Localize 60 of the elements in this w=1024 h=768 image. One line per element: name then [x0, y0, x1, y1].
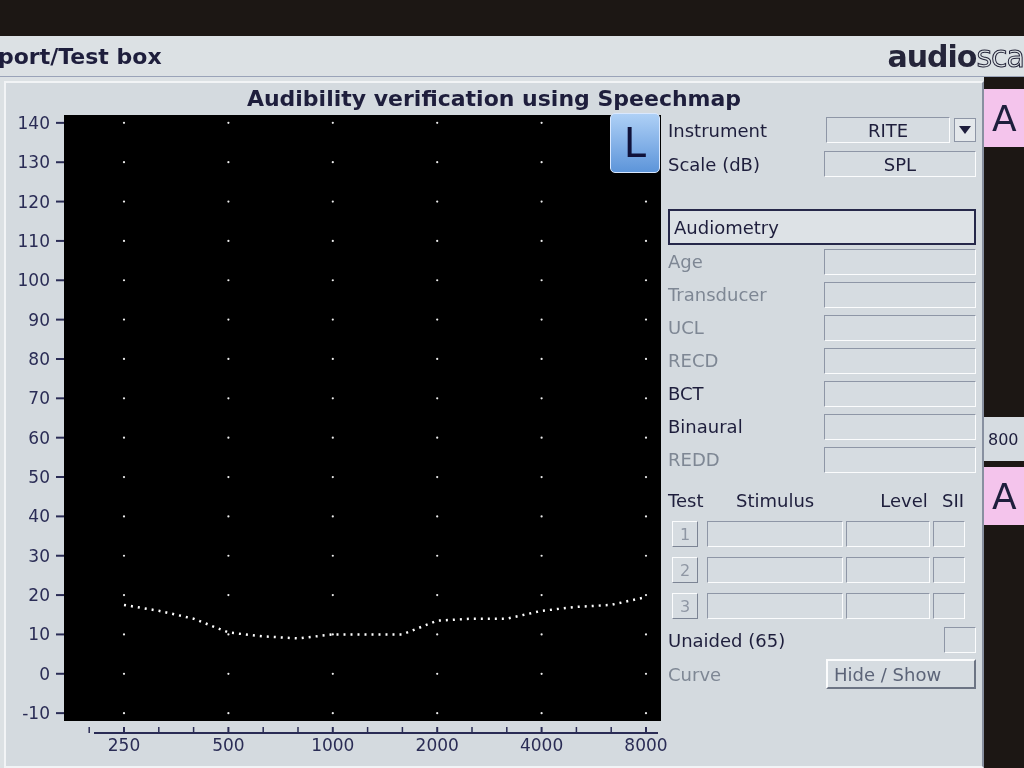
y-tick-label: 0 [39, 663, 50, 684]
field-label: BCT [668, 383, 704, 404]
input-field[interactable] [824, 281, 976, 308]
y-tick-label: 130 [17, 152, 50, 173]
x-tick-label: 2000 [415, 735, 459, 755]
input-field[interactable] [824, 314, 976, 341]
sii-field [933, 593, 965, 619]
column-header: Stimulus [736, 490, 816, 511]
audiometry-button[interactable]: Audiometry [668, 209, 976, 245]
input-field[interactable] [824, 446, 976, 473]
unaided-label: Unaided (65) [668, 629, 786, 651]
field-label: RECD [668, 350, 719, 371]
field-label: Binaural [668, 416, 743, 437]
x-tick-label: 500 [212, 735, 245, 755]
dropdown-button[interactable] [954, 118, 976, 142]
axis-label: 800 [984, 417, 1024, 461]
y-tick-label: 90 [28, 309, 50, 330]
column-header: Level [879, 490, 929, 511]
ear-badge[interactable]: L [610, 113, 660, 173]
x-tick-label: 4000 [519, 735, 564, 755]
setting-label: Scale (dB) [668, 153, 760, 175]
logo: audiosca [887, 38, 1024, 74]
y-tick-label: -10 [22, 703, 50, 724]
instrument-select[interactable]: RITE [826, 117, 950, 143]
y-tick-label: 110 [17, 230, 50, 251]
y-tick-label: 30 [28, 545, 50, 566]
y-tick-label: 50 [28, 467, 50, 488]
y-tick-label: 20 [28, 585, 50, 606]
input-field[interactable] [824, 413, 976, 440]
y-tick-label: 80 [28, 348, 50, 369]
y-tick-label: 10 [28, 624, 50, 645]
y-tick-label: 60 [28, 427, 50, 448]
window-title: port/Test box [0, 43, 162, 69]
field-label: REDD [668, 449, 720, 470]
x-tick-label: 1000 [311, 735, 355, 755]
input-field[interactable] [824, 347, 976, 374]
y-tick-label: 100 [17, 270, 50, 291]
side-tab[interactable]: A [984, 89, 1024, 147]
y-tick-label: 120 [17, 191, 50, 212]
y-tick-label: 70 [28, 388, 50, 409]
column-header: Test [668, 490, 705, 511]
field-label: Transducer [668, 284, 767, 305]
field-label: Age [668, 251, 703, 272]
field-label: UCL [668, 317, 704, 338]
sii-field [933, 521, 965, 547]
input-field[interactable] [824, 380, 976, 407]
panel-title: Audibility verification using Speechmap [245, 84, 743, 113]
side-tab[interactable]: A [984, 467, 1024, 525]
caret-icon [959, 126, 971, 134]
column-header: SII [942, 490, 966, 511]
curve-label: Curve [668, 663, 722, 685]
scale-field: SPL [824, 151, 976, 177]
input-field[interactable] [824, 248, 976, 275]
x-tick-label: 8000 [624, 735, 668, 755]
y-tick-label: 140 [17, 113, 50, 133]
sii-field [933, 557, 965, 583]
y-tick-label: 40 [28, 506, 50, 527]
x-tick-label: 250 [107, 735, 141, 755]
sii-field [944, 627, 976, 653]
setting-label: Instrument [668, 119, 768, 141]
